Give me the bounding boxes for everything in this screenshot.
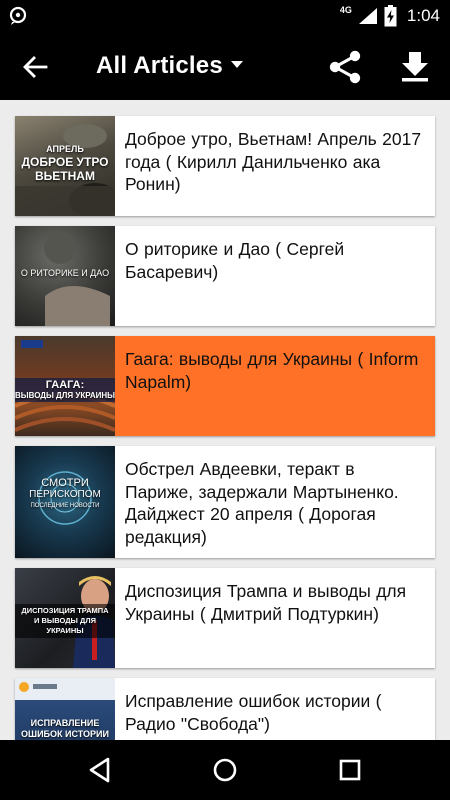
- dropdown-arrow-icon[interactable]: [230, 60, 244, 70]
- network-type: 4G: [339, 5, 352, 15]
- article-thumbnail: ИСПРАВЛЕНИЕ ОШИБОК ИСТОРИИ: [15, 678, 115, 740]
- article-thumbnail: СМОТРИ ПЕРИСКОПОМ ПОСЛЕДНИЕ НОВОСТИ: [15, 446, 115, 558]
- back-arrow-icon[interactable]: [22, 54, 48, 80]
- article-thumbnail: О РИТОРИКЕ И ДАО: [15, 226, 115, 326]
- share-icon[interactable]: [328, 50, 362, 84]
- article-title: Диспозиция Трампа и выводы для Украины (…: [125, 581, 407, 624]
- article-thumbnail: ГААГА: ВЫВОДЫ ДЛЯ УКРАИНЫ: [15, 336, 115, 436]
- status-bar: 4G 1:04: [0, 0, 450, 32]
- article-thumbnail: ДИСПОЗИЦИЯ ТРАМПА И ВЫВОДЫ ДЛЯ УКРАИНЫ: [15, 568, 115, 668]
- signal-icon: [358, 8, 377, 24]
- app-bar: All Articles: [0, 32, 450, 100]
- article-card[interactable]: ДИСПОЗИЦИЯ ТРАМПА И ВЫВОДЫ ДЛЯ УКРАИНЫ Д…: [15, 568, 435, 668]
- article-title: О риторике и Дао ( Сергей Басаревич): [125, 239, 345, 282]
- article-list[interactable]: АПРЕЛЬ ДОБРОЕ УТРО ВЬЕТНАМ Доброе утро, …: [0, 100, 450, 740]
- article-title: Обстрел Авдеевки, теракт в Париже, задер…: [125, 459, 399, 547]
- article-thumbnail: АПРЕЛЬ ДОБРОЕ УТРО ВЬЕТНАМ: [15, 116, 115, 216]
- navigation-bar: [0, 740, 450, 800]
- article-card[interactable]: ИСПРАВЛЕНИЕ ОШИБОК ИСТОРИИ Исправление о…: [15, 678, 435, 740]
- page-title[interactable]: All Articles: [96, 52, 223, 80]
- article-title: Гаага: выводы для Украины ( Inform Napal…: [125, 349, 419, 392]
- battery-charging-icon: [384, 5, 397, 27]
- recents-square-icon[interactable]: [334, 754, 366, 786]
- article-card[interactable]: СМОТРИ ПЕРИСКОПОМ ПОСЛЕДНИЕ НОВОСТИ Обст…: [15, 446, 435, 558]
- article-title: Доброе утро, Вьетнам! Апрель 2017 года (…: [125, 129, 422, 194]
- article-title: Исправление ошибок истории ( Радио "Своб…: [125, 691, 382, 734]
- notification-icon: [9, 6, 27, 25]
- article-card-selected[interactable]: ГААГА: ВЫВОДЫ ДЛЯ УКРАИНЫ Гаага: выводы …: [15, 336, 435, 436]
- article-card[interactable]: О РИТОРИКЕ И ДАО О риторике и Дао ( Серг…: [15, 226, 435, 326]
- home-circle-icon[interactable]: [209, 754, 241, 786]
- download-icon[interactable]: [400, 50, 430, 82]
- back-triangle-icon[interactable]: [84, 754, 116, 786]
- clock: 1:04: [406, 6, 440, 25]
- article-card[interactable]: АПРЕЛЬ ДОБРОЕ УТРО ВЬЕТНАМ Доброе утро, …: [15, 116, 435, 216]
